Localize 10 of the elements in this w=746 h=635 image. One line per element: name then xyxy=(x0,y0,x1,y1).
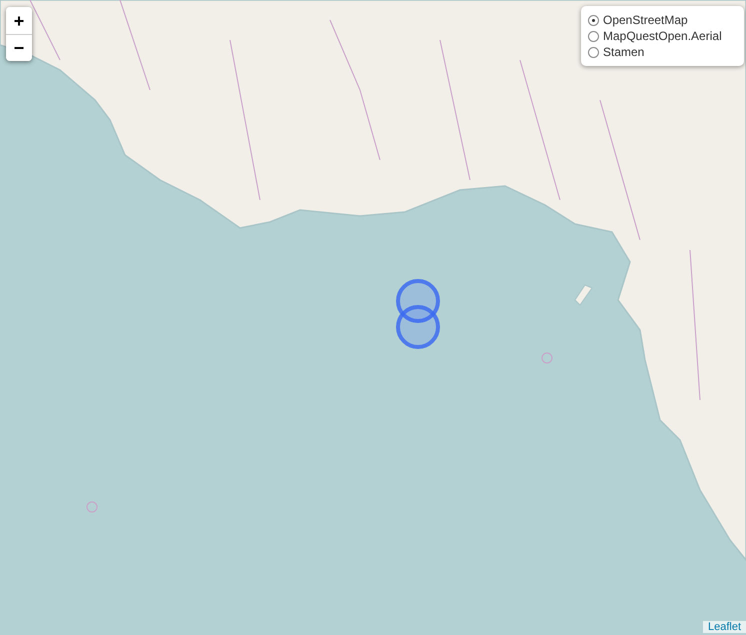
leaflet-link[interactable]: Leaflet xyxy=(702,621,746,633)
radio-button[interactable] xyxy=(588,14,599,26)
circle-marker[interactable] xyxy=(396,305,440,349)
radio-button[interactable] xyxy=(588,46,599,58)
radio-button[interactable] xyxy=(588,30,599,42)
layer-option[interactable]: MapQuestOpen.Aerial xyxy=(588,29,736,43)
layer-option[interactable]: Stamen xyxy=(588,45,736,59)
layer-option[interactable]: OpenStreetMap xyxy=(588,13,736,27)
zoom-out-button[interactable]: − xyxy=(6,34,32,61)
zoom-in-button[interactable]: + xyxy=(6,7,32,34)
